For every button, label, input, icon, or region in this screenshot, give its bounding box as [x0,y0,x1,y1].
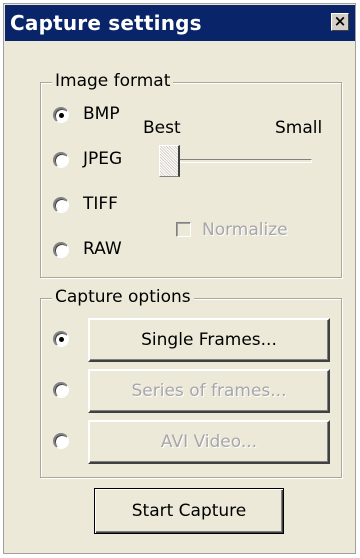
radio-tiff[interactable] [53,197,69,213]
image-format-legend: Image format [52,71,174,91]
avi-video-button[interactable]: AVI Video... [88,420,330,464]
radio-single-frames[interactable] [53,331,69,347]
quality-small-label: Small [275,118,323,138]
series-of-frames-button[interactable]: Series of frames... [88,369,330,413]
window-title: Capture settings [10,11,202,35]
radio-bmp[interactable] [53,107,69,123]
radio-bmp-label[interactable]: BMP [83,104,120,124]
radio-jpeg[interactable] [53,152,69,168]
radio-raw[interactable] [53,242,69,258]
radio-jpeg-label[interactable]: JPEG [83,149,122,169]
normalize-checkbox[interactable] [176,222,191,237]
radio-raw-label[interactable]: RAW [83,239,122,259]
quality-best-label: Best [143,118,181,138]
quality-slider-thumb[interactable] [159,145,180,177]
single-frames-button[interactable]: Single Frames... [88,318,330,362]
radio-tiff-label[interactable]: TIFF [83,194,118,214]
radio-series-of-frames[interactable] [53,382,69,398]
quality-slider-track[interactable] [160,159,312,163]
normalize-label[interactable]: Normalize [202,220,288,240]
title-bar[interactable]: Capture settings × [5,5,355,41]
radio-avi-video[interactable] [53,433,69,449]
start-capture-button[interactable]: Start Capture [94,488,284,534]
capture-options-legend: Capture options [52,287,194,307]
close-icon[interactable]: × [331,13,349,31]
